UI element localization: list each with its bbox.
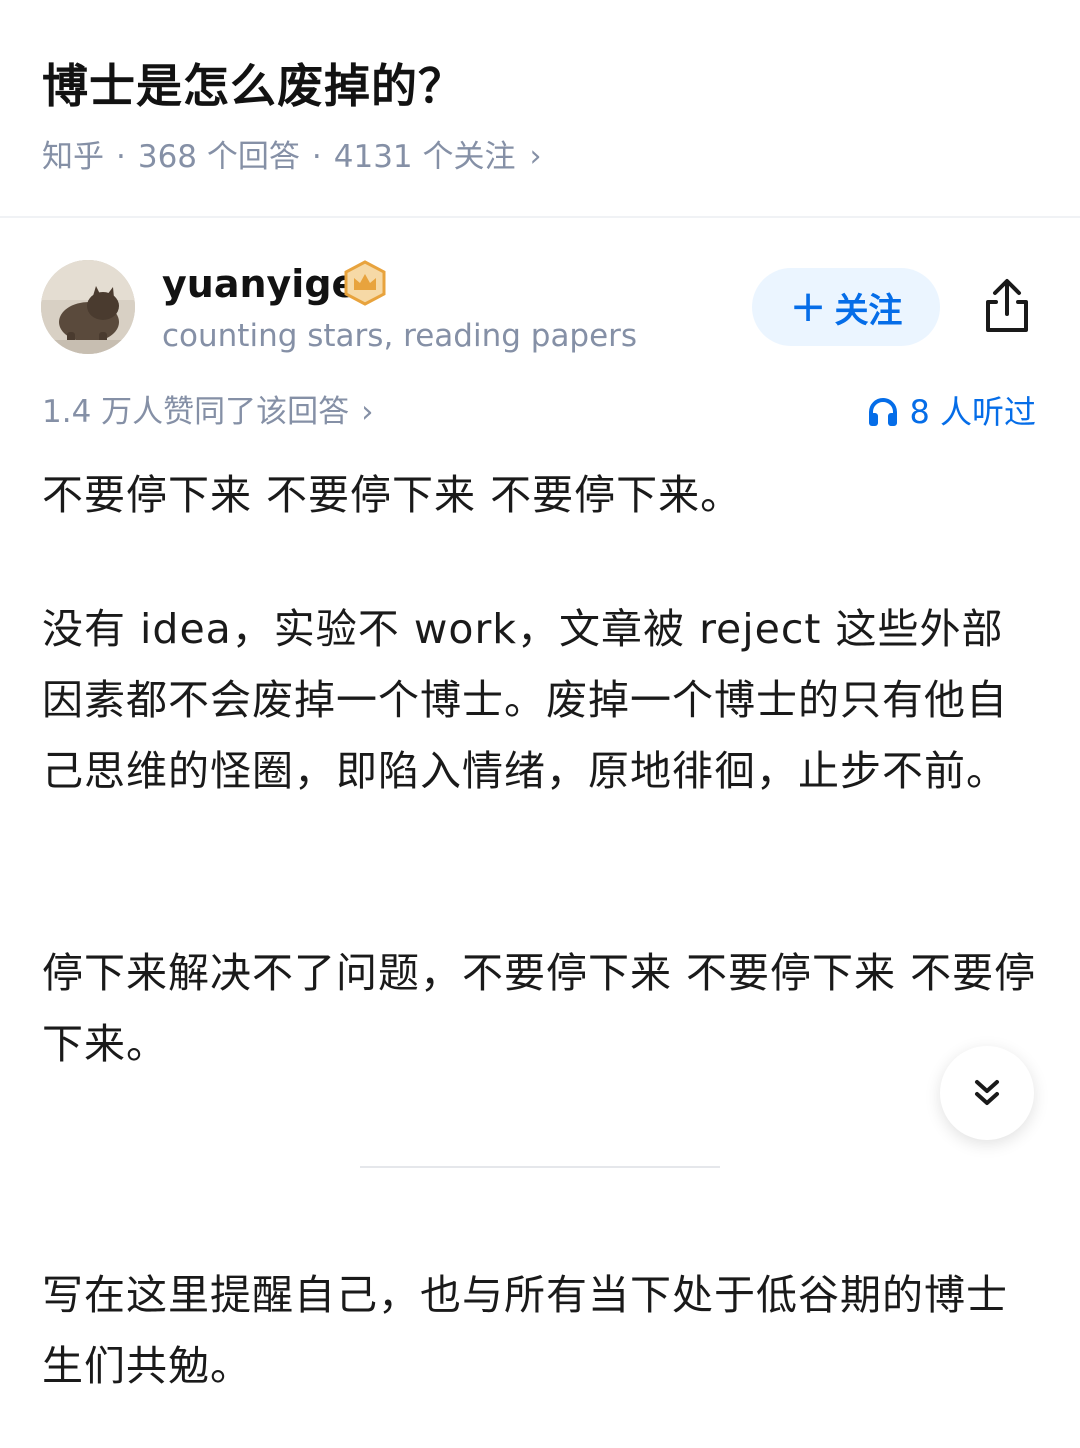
answer-count: 368 个回答 xyxy=(137,139,300,175)
answer-paragraph: 停下来解决不了问题，不要停下来 不要停下来 不要停下来。 xyxy=(42,949,1037,1068)
meta-separator: · xyxy=(116,139,126,175)
upvote-stats[interactable]: 1.4 万人赞同了该回答 › xyxy=(42,390,374,434)
question-meta[interactable]: 知乎 · 368 个回答 · 4131 个关注 › xyxy=(42,134,542,180)
answer-paragraph: 没有 idea，实验不 work，文章被 reject 这些外部因素都不会废掉一… xyxy=(42,605,1008,795)
headphones-icon xyxy=(869,398,898,426)
source-label: 知乎 xyxy=(42,139,104,175)
avatar[interactable] xyxy=(41,260,135,354)
chevron-right-icon: › xyxy=(361,394,374,430)
upvote-count: 1.4 万人赞同了该回答 xyxy=(42,394,350,430)
cat-avatar-icon xyxy=(41,260,135,354)
double-chevron-down-icon xyxy=(975,1080,999,1105)
follower-count: 4131 个关注 xyxy=(333,139,516,175)
author-bio: counting stars, reading papers xyxy=(162,318,638,354)
answer-paragraph: 写在这里提醒自己，也与所有当下处于低谷期的博士生们共勉。 xyxy=(42,1271,1008,1390)
chevron-right-icon: › xyxy=(529,139,542,174)
share-icon[interactable] xyxy=(978,276,1036,336)
meta-separator: · xyxy=(311,139,322,175)
follow-label: 关注 xyxy=(834,290,903,331)
listen-count: 8 人听过 xyxy=(909,393,1036,431)
plus-icon: + xyxy=(789,281,827,332)
listen-button[interactable]: 8 人听过 xyxy=(867,390,1036,434)
follow-button[interactable]: + 关注 xyxy=(752,268,940,346)
header-divider xyxy=(0,216,1080,218)
question-title[interactable]: 博士是怎么废掉的？ xyxy=(42,54,465,118)
expand-button[interactable] xyxy=(940,1046,1034,1140)
author-name[interactable]: yuanyige xyxy=(162,258,357,310)
section-divider xyxy=(360,1166,720,1168)
answer-paragraph: 不要停下来 不要停下来 不要停下来。 xyxy=(42,471,743,519)
crown-badge-icon xyxy=(342,260,388,306)
